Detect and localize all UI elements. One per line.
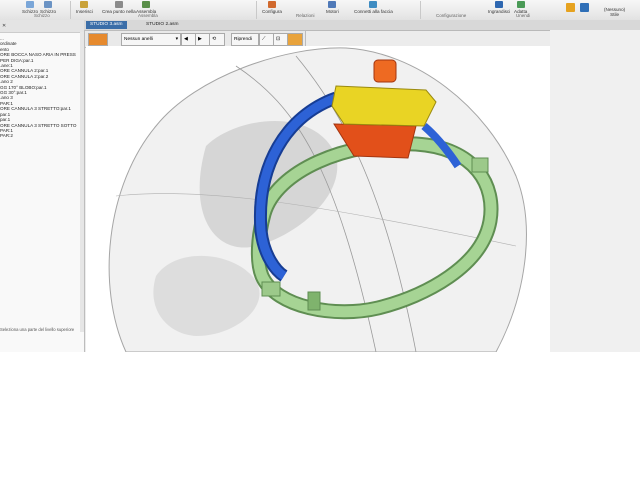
group-label-configuration: Configurazione xyxy=(436,13,467,18)
motor-icon xyxy=(328,1,337,8)
chevron-down-icon: ▾ xyxy=(175,37,178,42)
material-icon[interactable] xyxy=(566,3,575,13)
ribbon-toolbar: Schizzo Schizzo Inserisci Crea punto nel… xyxy=(0,0,640,21)
assemble-icon xyxy=(142,1,151,8)
tree-node[interactable]: ORE BOCCA NASO ARIA IN PRESS xyxy=(0,52,84,57)
sketch-icon xyxy=(26,1,35,8)
ribbon-button-connect-face[interactable]: Connetti alla faccia xyxy=(354,1,393,14)
group-label-sketch: Schizzo xyxy=(34,13,50,18)
confirm-icon[interactable] xyxy=(287,33,303,46)
ribbon-button-create-point[interactable]: Crea punto nella xyxy=(102,1,136,14)
browser-scrollbar[interactable] xyxy=(80,32,84,332)
zoom-area-icon xyxy=(495,1,504,8)
model-render xyxy=(108,47,527,352)
bottom-clip xyxy=(307,291,321,311)
style-selector[interactable]: (Nessuno) Stile xyxy=(604,7,625,17)
group-label-unify: Unendi xyxy=(516,13,531,18)
browser-close-icon[interactable]: ✕ xyxy=(2,23,6,29)
browser-tree: ... ordinate ento ORE BOCCA NASO ARIA IN… xyxy=(0,36,84,139)
browser-header: ✕ xyxy=(0,20,84,33)
rotate-icon[interactable]: ⟲ xyxy=(209,33,225,46)
fit-icon xyxy=(516,1,525,8)
appearance-icon[interactable] xyxy=(580,3,589,13)
blank-area xyxy=(0,352,640,480)
part-icon[interactable] xyxy=(88,33,108,46)
status-bar-text: Seleziona una parte del livello superior… xyxy=(0,327,75,332)
selection-dropdown[interactable]: Nessun anelli ▾ xyxy=(121,33,181,46)
side-clip xyxy=(261,281,281,297)
ribbon-button-insert-component[interactable]: Inserisci xyxy=(76,1,93,14)
tab-studio-3[interactable]: STUDIO 3.asm xyxy=(86,21,127,29)
orange-connector xyxy=(373,59,397,83)
yellow-connector xyxy=(331,85,437,127)
connect-face-icon xyxy=(369,1,378,8)
group-label-relations: Relazioni xyxy=(296,13,315,18)
ribbon-button-zoom-area[interactable]: Ingrandisci xyxy=(488,1,510,14)
group-label-assemble: Assembla xyxy=(138,13,158,18)
tab-studio-2[interactable]: STUDIO 2.asm xyxy=(142,21,183,29)
create-point-icon xyxy=(114,1,123,8)
cad-screen: Schizzo Schizzo Inserisci Crea punto nel… xyxy=(0,0,640,352)
right-panel xyxy=(550,30,640,352)
ribbon-button-configure[interactable]: Configura xyxy=(262,1,282,14)
ribbon-button-motors[interactable]: Motori xyxy=(326,1,339,14)
sketch-3d-icon xyxy=(44,1,53,8)
tree-node[interactable]: PAR:2 xyxy=(0,133,84,138)
side-clip xyxy=(471,157,489,173)
insert-component-icon xyxy=(80,1,89,8)
3d-viewport[interactable] xyxy=(86,46,550,352)
model-browser: ✕ ... ordinate ento ORE BOCCA NASO ARIA … xyxy=(0,20,85,352)
configure-icon xyxy=(267,1,276,8)
resume-button[interactable]: Riprendi xyxy=(231,33,259,46)
